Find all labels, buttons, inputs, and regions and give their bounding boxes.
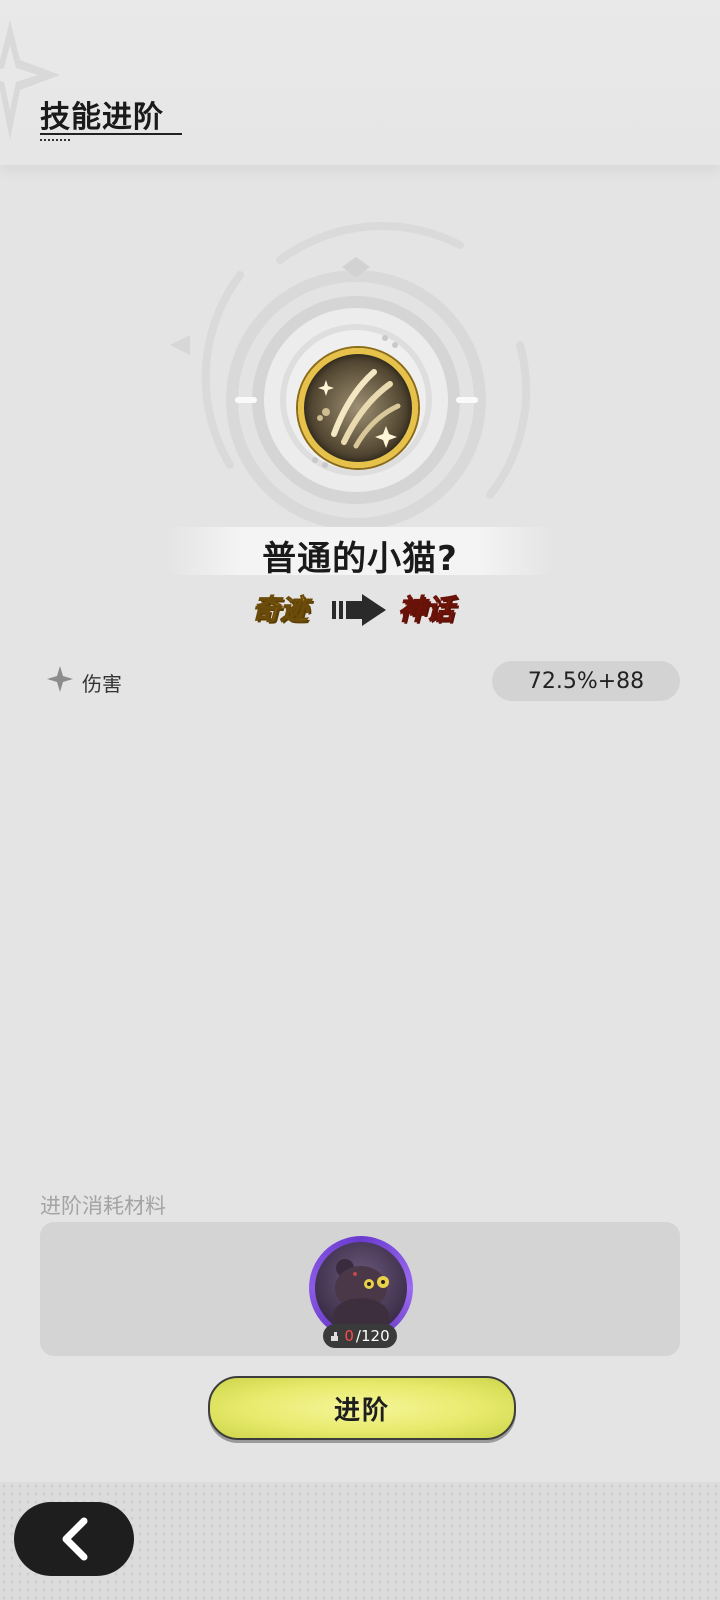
rank-from: 奇迹 [251, 593, 309, 627]
page-title: 技能进阶 [40, 100, 164, 135]
header-bar [0, 0, 720, 165]
shadow-cat-icon [315, 1242, 407, 1334]
hand-icon [331, 1332, 339, 1341]
claw-scratch-icon [298, 348, 418, 468]
material-item[interactable]: 0/120 [309, 1236, 413, 1348]
back-button[interactable] [14, 1502, 134, 1576]
rank-to: 神话 [397, 593, 455, 627]
chevron-left-icon [62, 1517, 88, 1561]
material-count: 0/120 [323, 1324, 397, 1348]
arrow-right-icon [332, 594, 386, 626]
skill-name: 普通的小猫? [262, 539, 458, 579]
material-have: 0 [344, 1327, 354, 1345]
advance-button[interactable]: 进阶 [208, 1376, 516, 1440]
title-dots [40, 139, 72, 141]
material-need: /120 [355, 1327, 390, 1345]
stat-value-damage: 72.5%+88 [492, 661, 680, 701]
sparkle-icon [47, 666, 73, 692]
stat-label-damage: 伤害 [82, 672, 122, 696]
title-underline [40, 133, 182, 135]
materials-label: 进阶消耗材料 [40, 1194, 166, 1218]
